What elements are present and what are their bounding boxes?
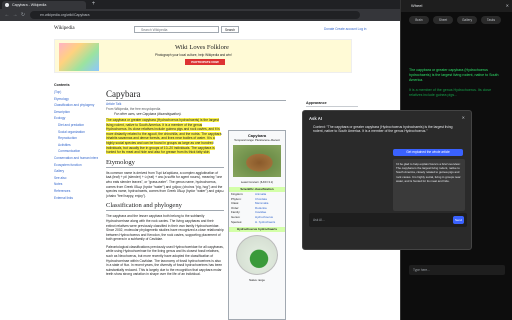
tab-tasks[interactable]: Tasks bbox=[481, 16, 501, 24]
captured-text: The capybara or greater capybara (Hydroc… bbox=[409, 68, 499, 82]
close-icon[interactable]: ✕ bbox=[506, 0, 509, 12]
heading-etymology: Etymology bbox=[106, 159, 224, 168]
toc-item[interactable]: Social organization bbox=[54, 129, 98, 136]
tab-sheet[interactable]: Sheet bbox=[433, 16, 453, 24]
banner-subtitle: Photograph your local culture, help Wiki… bbox=[155, 53, 232, 57]
explain-article-button[interactable]: Get explained the whole article bbox=[393, 149, 463, 156]
classification-paragraph: The capybara and the lesser capybara bot… bbox=[106, 214, 224, 242]
toc-item[interactable]: Etymology bbox=[54, 96, 98, 103]
panel-title: Wheel bbox=[411, 3, 423, 8]
toc-item[interactable]: Reproduction bbox=[54, 135, 98, 142]
toc-item[interactable]: Communication bbox=[54, 148, 98, 155]
toc-item[interactable]: Description bbox=[54, 109, 98, 116]
toc-item[interactable]: Notes bbox=[54, 181, 98, 188]
wikipedia-logo[interactable]: Wikipedia bbox=[54, 24, 84, 34]
ask-input[interactable]: Ask AI... bbox=[309, 213, 467, 227]
browser-tab[interactable]: Capybara - Wikipedia bbox=[2, 1, 86, 9]
close-icon[interactable]: ✕ bbox=[462, 115, 465, 120]
etymology-paragraph: Its common name is derived from Tupi ka'… bbox=[106, 170, 224, 198]
banner-title: Wiki Loves Folklore bbox=[175, 44, 229, 51]
taxon-row: Species: H. hydrochaeris bbox=[231, 219, 276, 224]
tab-title: Capybara - Wikipedia bbox=[12, 3, 47, 7]
toc-item[interactable]: Gallery bbox=[54, 168, 98, 175]
search-button[interactable]: Search bbox=[221, 26, 239, 33]
range-map[interactable] bbox=[236, 235, 278, 276]
toc-item[interactable]: Ecology bbox=[54, 115, 98, 122]
capybara-photo[interactable] bbox=[233, 145, 281, 177]
conservation-status[interactable]: Least Concern (IUCN 3.1) bbox=[229, 180, 285, 184]
appearance-title: Appearance bbox=[306, 101, 358, 107]
ai-response: I'd be glad to help explain! Here's a br… bbox=[393, 159, 465, 211]
highlighted-text[interactable]: The capybara or greater capybara (Hydroc… bbox=[106, 118, 222, 155]
forward-arrow-icon[interactable]: → bbox=[12, 11, 18, 19]
captured-text-continued: It is a member of the genus Hydrochoerus… bbox=[409, 88, 492, 97]
contents-sidebar: Contents (Top) Etymology Classification … bbox=[54, 81, 98, 311]
wikipedia-favicon-icon bbox=[5, 3, 9, 7]
back-arrow-icon[interactable]: ← bbox=[4, 11, 10, 19]
banner-image bbox=[59, 43, 99, 71]
classification-paragraph-2: Paleontological classifications previous… bbox=[106, 244, 224, 277]
search-input[interactable]: Search Wikipedia bbox=[134, 26, 219, 33]
toc-item[interactable]: (Top) bbox=[54, 89, 98, 96]
lead-paragraph: The capybara or greater capybara (Hydroc… bbox=[106, 118, 224, 155]
toc-item[interactable]: References bbox=[54, 188, 98, 195]
panel-header: Wheel ✕ bbox=[401, 0, 512, 12]
wikipedia-header: Wikipedia Search Wikipedia Search Donate… bbox=[54, 24, 384, 36]
binomial-band: Hydrochoerus hydrochaeris bbox=[229, 227, 285, 233]
participate-button[interactable]: PARTICIPATE NOW bbox=[185, 59, 225, 65]
contents-title: Contents bbox=[54, 83, 70, 87]
toc-item[interactable]: Conservation and human interaction bbox=[54, 155, 98, 162]
page-title: Capybara bbox=[106, 89, 286, 101]
send-button[interactable]: Send bbox=[453, 216, 464, 224]
tab-brain[interactable]: Brain bbox=[409, 16, 429, 24]
panel-tabs: Brain Sheet Gallery Tasks bbox=[409, 16, 509, 25]
tab-gallery[interactable]: Gallery bbox=[457, 16, 477, 24]
toc-item[interactable]: See also bbox=[54, 175, 98, 182]
heading-classification: Classification and phylogeny bbox=[106, 202, 224, 212]
account-links[interactable]: Donate Create account Log in bbox=[324, 26, 384, 33]
url-field[interactable]: en.wikipedia.org/wiki/Capybara bbox=[30, 11, 360, 19]
range-caption: Native range bbox=[249, 278, 265, 283]
campaign-banner: Wiki Loves Folklore Photograph your loca… bbox=[54, 39, 352, 73]
context-quote: Context: "The capybara or greater capyba… bbox=[313, 125, 453, 134]
toc-item[interactable]: Activities bbox=[54, 142, 98, 149]
toc-item[interactable]: External links bbox=[54, 195, 98, 202]
infobox-temporal-range: Temporal range: Pleistocene–Recent bbox=[234, 138, 280, 142]
infobox: Capybara Temporal range: Pleistocene–Rec… bbox=[228, 130, 286, 320]
toc-item[interactable]: Diet and predation bbox=[54, 122, 98, 129]
new-tab-button[interactable]: + bbox=[90, 1, 97, 8]
toc-item[interactable]: Ecosystem function bbox=[54, 162, 98, 169]
reload-icon[interactable]: ↻ bbox=[20, 11, 26, 19]
ask-ai-dialog: Ask AI ✕ Context: "The capybara or great… bbox=[302, 110, 472, 250]
toc-item[interactable]: Classification and phylogeny bbox=[54, 102, 98, 109]
dialog-title: Ask AI bbox=[309, 116, 322, 121]
panel-input[interactable]: Type here... bbox=[409, 265, 505, 275]
